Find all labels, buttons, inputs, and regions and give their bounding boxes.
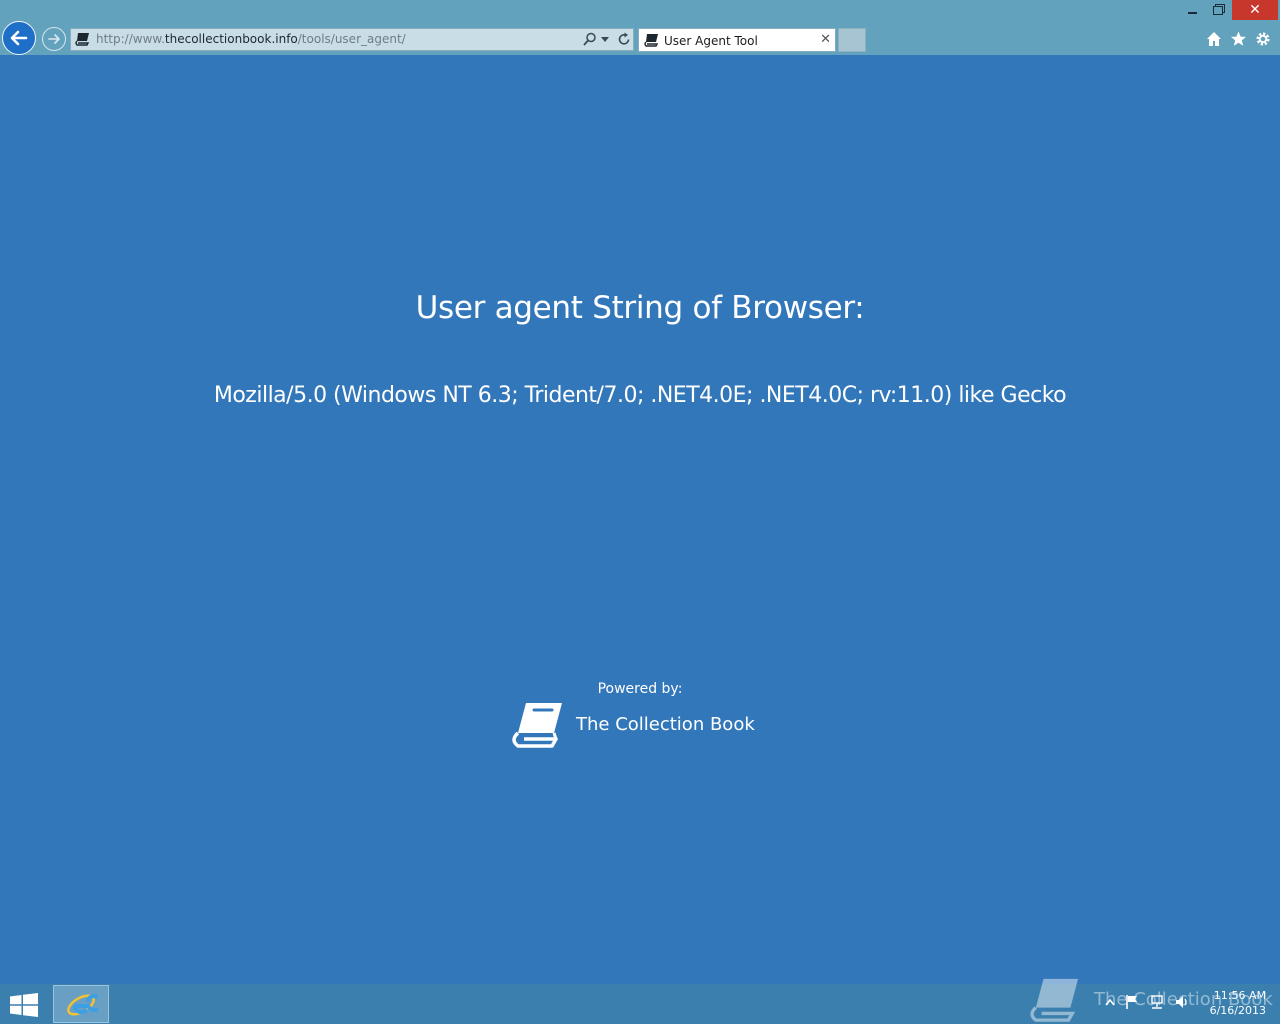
book-favicon-icon xyxy=(75,33,90,46)
url-path: /tools/user_agent/ xyxy=(297,32,406,46)
search-icon[interactable] xyxy=(583,32,597,47)
taskbar-internet-explorer[interactable] xyxy=(53,985,109,1023)
address-bar[interactable]: http://www.thecollectionbook.info/tools/… xyxy=(70,28,634,51)
user-agent-string: Mozilla/5.0 (Windows NT 6.3; Trident/7.0… xyxy=(213,383,1067,408)
action-center-flag-icon[interactable] xyxy=(1125,994,1139,1010)
star-icon[interactable] xyxy=(1230,31,1247,47)
book-watermark-icon xyxy=(1030,978,1079,1022)
volume-icon[interactable] xyxy=(1175,994,1191,1010)
brand-name: The Collection Book xyxy=(576,713,755,735)
windows-start-icon[interactable] xyxy=(10,993,38,1017)
tab-title: User Agent Tool xyxy=(664,34,758,48)
dropdown-icon[interactable] xyxy=(601,37,609,42)
gear-icon[interactable] xyxy=(1255,31,1271,47)
minimize-button[interactable] xyxy=(1180,0,1204,20)
collection-book-link[interactable]: The Collection Book xyxy=(512,698,755,750)
restore-icon xyxy=(1213,5,1223,15)
browser-chrome: ✕ http://www.thecollectionbook.info/tool… xyxy=(0,0,1280,55)
minimize-icon xyxy=(1187,12,1197,14)
url-prefix: http://www. xyxy=(96,32,165,46)
url-text[interactable]: http://www.thecollectionbook.info/tools/… xyxy=(96,29,406,50)
new-tab-button[interactable] xyxy=(838,28,866,52)
home-icon[interactable] xyxy=(1206,31,1222,47)
network-icon[interactable] xyxy=(1149,994,1165,1010)
internet-explorer-icon xyxy=(67,994,98,1016)
url-domain: thecollectionbook.info xyxy=(164,32,298,46)
forward-icon xyxy=(48,34,60,44)
forward-button[interactable] xyxy=(42,27,66,51)
close-icon: ✕ xyxy=(1249,2,1261,18)
clock-date: 6/16/2013 xyxy=(1209,1004,1266,1017)
book-logo-icon xyxy=(512,703,562,748)
powered-by-label: Powered by: xyxy=(597,681,683,697)
back-button[interactable] xyxy=(2,21,36,55)
restore-button[interactable] xyxy=(1206,0,1230,20)
back-icon xyxy=(10,30,28,46)
system-tray xyxy=(1105,994,1191,1010)
close-window-button[interactable]: ✕ xyxy=(1232,0,1278,20)
show-hidden-icons-icon[interactable] xyxy=(1105,998,1115,1006)
clock-time: 11:56 AM xyxy=(1213,989,1266,1002)
taskbar-clock[interactable]: 11:56 AM 6/16/2013 xyxy=(1196,988,1266,1018)
tab-user-agent-tool[interactable]: User Agent Tool ✕ xyxy=(638,28,836,52)
refresh-icon[interactable] xyxy=(617,32,631,47)
book-favicon-icon xyxy=(644,34,659,47)
tab-close-icon[interactable]: ✕ xyxy=(820,33,831,47)
page-heading: User agent String of Browser: xyxy=(415,290,865,326)
